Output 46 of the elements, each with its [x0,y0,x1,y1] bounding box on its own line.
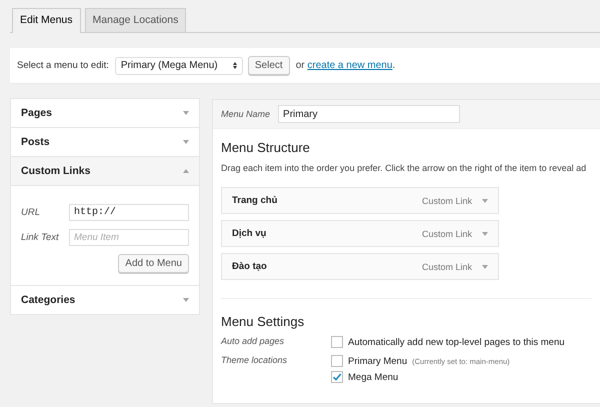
menu-name-field[interactable]: Primary [278,105,460,123]
item-title: Dịch vụ [232,228,268,239]
create-menu-link[interactable]: create a new menu [307,60,392,71]
item-type: Custom Link [422,262,472,272]
expand-arrow-icon[interactable] [183,111,189,115]
item-title: Đào tạo [232,261,268,272]
create-menu-text: or create a new menu. [296,60,396,71]
menu-item[interactable]: Đào tạo Custom Link [221,253,499,280]
menu-dropdown[interactable]: Primary (Mega Menu) [114,56,243,74]
section-title: Menu Settings [221,314,306,329]
input-field[interactable]: http:// [69,204,189,221]
tab[interactable]: Edit Menus [12,8,81,33]
section-header[interactable]: Pages [11,99,199,127]
checkbox[interactable] [331,355,343,367]
expand-arrow-icon[interactable] [482,264,488,268]
menu-item[interactable]: Trang chủ Custom Link [221,187,499,214]
setting-label: Auto add pages [221,336,286,348]
option-label: Primary Menu [348,356,408,366]
checkbox[interactable] [331,336,343,348]
option-label: Mega Menu [348,372,398,382]
setting-label: Theme locations [221,355,288,367]
field-label: Link Text [21,232,60,243]
expand-arrow-icon[interactable] [482,198,488,202]
field-label: URL [21,207,42,218]
select-button[interactable]: Select [248,56,290,75]
input-field[interactable]: Menu Item [69,229,189,246]
select-label: Select a menu to edit: [17,60,109,71]
item-title: Trang chủ [232,195,278,206]
menu-name-label: Menu Name [221,109,270,119]
item-type: Custom Link [422,196,472,206]
instructions-text: Drag each item into the order you prefer. Click the arrow on the right of the item to reveal ad [221,163,588,173]
item-type: Custom Link [422,228,472,238]
collapse-arrow-icon[interactable] [183,169,189,173]
section-title: Menu Structure [221,140,311,155]
option-label: Automatically add new top-level pages to this menu [348,336,565,348]
checkbox[interactable] [331,371,343,383]
expand-arrow-icon[interactable] [183,140,189,144]
add-to-menu-button[interactable]: Add to Menu [118,254,189,273]
expand-arrow-icon[interactable] [482,232,488,236]
section-header[interactable]: Custom Links [11,157,199,186]
section-header[interactable]: Posts [11,128,199,156]
expand-arrow-icon[interactable] [183,298,189,302]
section-header[interactable]: Categories [11,286,199,314]
menu-item[interactable]: Dịch vụ Custom Link [221,220,499,247]
tab[interactable]: Manage Locations [84,8,186,32]
dropdown-arrows-icon [232,62,237,69]
